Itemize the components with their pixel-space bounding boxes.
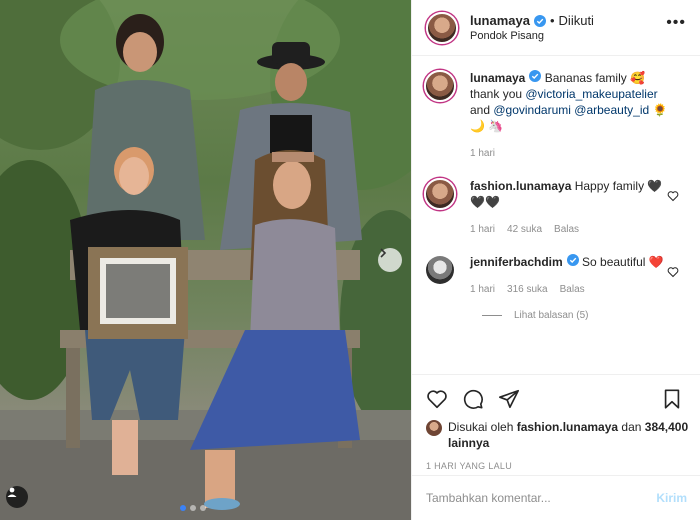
reply-button[interactable]: Balas [560,282,585,298]
caption-mention[interactable]: @victoria_makeupatelier [525,87,657,101]
user-tag-icon [7,487,17,497]
family-photo-illustration [0,0,411,520]
view-replies-label: Lihat balasan (5) [514,310,589,321]
carousel-dot [190,505,196,511]
post-photo[interactable] [0,0,411,520]
verified-badge-icon [566,254,579,266]
post-date[interactable]: 1 HARI YANG LALU [426,461,689,471]
verified-badge-icon [533,14,546,27]
caption-username[interactable]: lunamaya [470,71,525,85]
comment-time[interactable]: 1 hari [470,222,495,238]
post-location[interactable]: Pondok Pisang [470,30,594,42]
reply-button[interactable]: Balas [554,222,579,238]
carousel-indicator [180,505,206,511]
caption-mention[interactable]: @arbeauty_id [574,103,649,117]
comment-input[interactable] [426,491,657,505]
comment-likes[interactable]: 42 suka [507,222,542,238]
comment-time[interactable]: 1 hari [470,282,495,298]
comment-item: fashion.lunamaya Happy family 🖤🖤🖤 1 hari… [424,178,689,238]
carousel-dot-active [180,505,186,511]
comment-item: jenniferbachdim So beautiful ❤️ 1 hari 3… [424,254,689,298]
carousel-dot [200,505,206,511]
carousel-next-button[interactable] [378,248,402,272]
comment-like-heart-icon[interactable] [667,190,679,202]
comment-list: lunamaya Bananas family 🥰 thank you @vic… [412,56,700,374]
chevron-right-icon [380,248,387,258]
caption-text: and [470,103,494,117]
follow-status-button[interactable]: Diikuti [559,13,594,28]
likes-summary: Disukai oleh fashion.lunamaya dan 384,40… [426,419,689,451]
comment-avatar[interactable] [424,178,456,210]
liker-avatar[interactable] [426,420,442,436]
bookmark-icon[interactable] [661,388,683,410]
author-username[interactable]: lunamaya [470,13,530,28]
verified-badge-icon [529,70,542,82]
caption-time[interactable]: 1 hari [470,146,495,162]
share-paper-plane-icon[interactable] [498,388,520,410]
comment-bubble-icon[interactable] [462,388,484,410]
comment-avatar[interactable] [426,256,454,284]
caption-mention[interactable]: @govindarumi [493,103,571,117]
liker-username[interactable]: fashion.lunamaya [517,420,618,434]
comment-username[interactable]: fashion.lunamaya [470,179,571,193]
comment-text: So beautiful ❤️ [578,255,664,269]
comment-composer: Kirim [412,475,700,520]
view-replies-button[interactable]: Lihat balasan (5) [482,310,689,321]
more-options-icon[interactable]: ••• [666,15,686,31]
author-avatar[interactable] [426,11,458,44]
user-tag-button[interactable] [6,486,28,508]
replies-divider [482,315,502,316]
post-header: lunamaya • Diikuti Pondok Pisang ••• [412,0,700,56]
header-separator: • [549,13,555,28]
comment-username[interactable]: jenniferbachdim [470,255,563,269]
comment-likes[interactable]: 316 suka [507,282,548,298]
likes-middle: dan [618,420,645,434]
post-actions: Disukai oleh fashion.lunamaya dan 384,40… [412,374,700,471]
caption: lunamaya Bananas family 🥰 thank you @vic… [424,70,689,162]
likes-prefix: Disukai oleh [448,420,517,434]
like-heart-icon[interactable] [426,388,448,410]
comment-like-heart-icon[interactable] [667,266,679,278]
post-detail-panel: lunamaya • Diikuti Pondok Pisang ••• lun… [411,0,700,520]
caption-avatar[interactable] [424,70,456,102]
post-comment-button[interactable]: Kirim [656,491,687,505]
